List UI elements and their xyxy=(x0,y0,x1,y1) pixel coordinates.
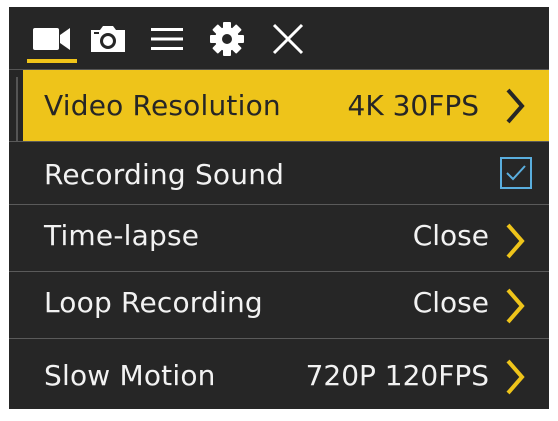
gear-icon xyxy=(207,19,247,59)
menu-item-video-resolution[interactable]: Video Resolution 4K 30FPS xyxy=(23,70,549,141)
recording-sound-checkbox[interactable] xyxy=(500,157,532,189)
video-camera-icon xyxy=(32,25,72,53)
menu-item-label: Recording Sound xyxy=(44,158,285,191)
menu-item-time-lapse[interactable]: Time-lapse Close xyxy=(23,205,549,271)
menu-item-value: 4K 30FPS xyxy=(347,89,479,122)
menu-item-slow-motion[interactable]: Slow Motion 720P 120FPS xyxy=(23,339,549,409)
menu-item-label: Loop Recording xyxy=(44,286,263,319)
tab-video[interactable] xyxy=(26,17,78,61)
menu-item-value: 720P 120FPS xyxy=(305,359,489,392)
menu-item-label: Video Resolution xyxy=(44,89,281,122)
menu-item-recording-sound[interactable]: Recording Sound xyxy=(23,142,549,204)
active-tab-indicator xyxy=(27,59,77,63)
chevron-right-icon xyxy=(506,288,525,324)
menu-icon xyxy=(149,25,185,53)
menu-item-loop-recording[interactable]: Loop Recording Close xyxy=(23,272,549,338)
tab-menu[interactable] xyxy=(141,17,193,61)
checkmark-icon xyxy=(506,165,526,181)
tab-bar xyxy=(9,7,549,69)
chevron-right-icon xyxy=(506,359,525,395)
photo-camera-icon xyxy=(88,23,128,55)
close-icon xyxy=(271,22,305,56)
menu-item-label: Time-lapse xyxy=(44,219,200,252)
tab-close[interactable] xyxy=(262,17,314,61)
chevron-right-icon xyxy=(506,223,525,259)
menu-item-value: Close xyxy=(412,286,489,319)
chevron-right-icon xyxy=(506,88,525,124)
tab-photo[interactable] xyxy=(82,17,134,61)
camera-settings-screen: Video Resolution 4K 30FPS Recording Soun… xyxy=(9,7,549,409)
menu-item-label: Slow Motion xyxy=(44,359,216,392)
selection-edge-line xyxy=(16,77,18,141)
tab-settings[interactable] xyxy=(201,17,253,61)
menu-item-value: Close xyxy=(412,219,489,252)
